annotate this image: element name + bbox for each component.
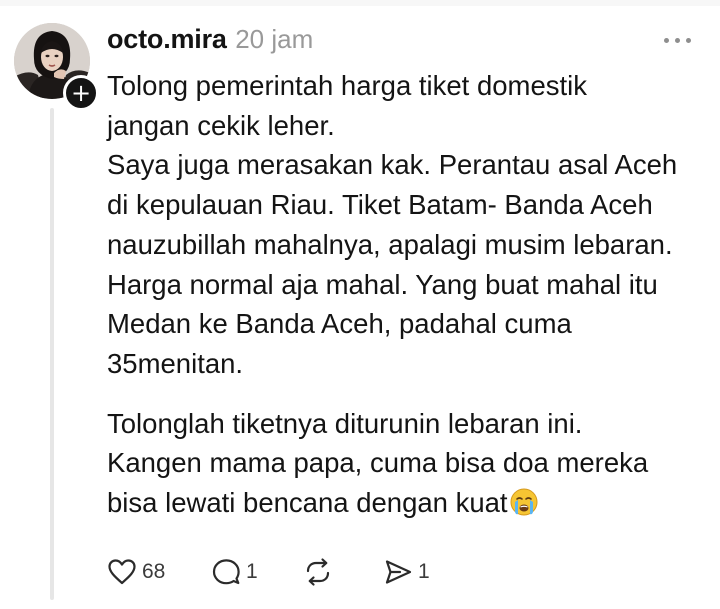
like-button[interactable]: 68 — [107, 552, 165, 592]
thread-connector-line — [50, 108, 54, 600]
caption-paragraph-text: Tolonglah tiketnya diturunin lebaran ini… — [107, 407, 649, 519]
caption-paragraph: Tolong pemerintah harga tiket domestik j… — [107, 70, 678, 379]
thread-post: + octo.mira 20 jam Tolong pemerintah har… — [0, 0, 720, 609]
crying-face-emoji-icon — [510, 488, 538, 516]
comment-bubble-icon — [212, 559, 240, 585]
more-options-ellipsis-icon[interactable] — [660, 28, 696, 52]
repost-button[interactable] — [303, 552, 338, 592]
share-count: 1 — [418, 560, 430, 583]
repost-arrows-icon — [306, 558, 330, 586]
post-caption: Tolong pemerintah harga tiket domestik j… — [107, 66, 707, 523]
avatar-container: + — [14, 23, 99, 111]
heart-icon — [108, 559, 136, 585]
post-header: octo.mira 20 jam — [107, 24, 313, 60]
post-actions: 68 1 1 — [107, 552, 567, 592]
share-button[interactable]: 1 — [383, 552, 430, 592]
follow-plus-icon[interactable]: + — [63, 75, 99, 111]
reply-button[interactable]: 1 — [211, 552, 258, 592]
username[interactable]: octo.mira — [107, 24, 227, 54]
send-icon — [385, 560, 412, 584]
reply-count: 1 — [246, 560, 258, 583]
caption-paragraph: Tolonglah tiketnya diturunin lebaran ini… — [107, 404, 707, 523]
timestamp: 20 jam — [235, 24, 314, 54]
like-count: 68 — [142, 560, 166, 583]
